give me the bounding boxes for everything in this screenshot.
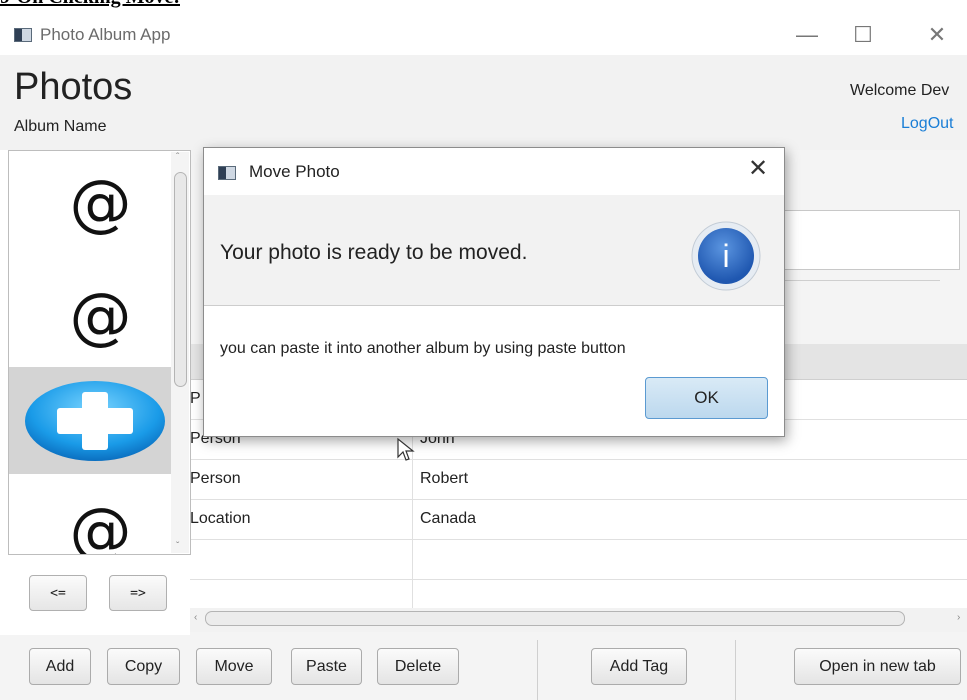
tag-value-cell: Canada — [420, 510, 477, 527]
vertical-scroll-thumb[interactable] — [174, 172, 187, 387]
dialog-message: you can paste it into another album by u… — [220, 340, 626, 357]
caption-field[interactable] — [770, 210, 960, 270]
welcome-text: Welcome Dev — [850, 82, 950, 99]
dialog-header-text: Your photo is ready to be moved. — [220, 241, 528, 264]
window-title: Photo Album App — [40, 25, 171, 44]
album-name-label: Album Name — [14, 118, 107, 135]
add-tag-button[interactable]: Add Tag — [591, 648, 687, 685]
thumbnail-item-selected[interactable] — [9, 367, 181, 474]
toolbar-divider — [735, 640, 736, 700]
mouse-cursor-icon — [397, 437, 415, 461]
add-button[interactable]: Add — [29, 648, 91, 685]
window-close-icon[interactable]: ✕ — [917, 20, 957, 50]
info-icon-glyph: i — [722, 238, 729, 274]
tag-type-cell: Person — [190, 470, 241, 487]
paste-button[interactable]: Paste — [291, 648, 362, 685]
next-photo-button[interactable]: => — [109, 575, 167, 611]
tag-type-cell: Location — [190, 510, 251, 527]
minimize-icon[interactable]: — — [787, 20, 827, 50]
divider — [785, 280, 940, 281]
info-icon: i — [691, 221, 761, 291]
document-heading: 9-On Clicking Move: — [0, 0, 180, 9]
scroll-right-icon[interactable]: › — [957, 612, 960, 623]
tag-type-cell: P — [190, 390, 201, 407]
open-in-new-tab-button[interactable]: Open in new tab — [794, 648, 961, 685]
table-row[interactable]: Location Canada — [190, 500, 967, 540]
table-row[interactable]: Person Robert — [190, 460, 967, 500]
toolbar-divider — [537, 640, 538, 700]
horizontal-scroll-thumb[interactable] — [205, 611, 905, 626]
at-sign-icon: @ — [69, 165, 132, 239]
scroll-down-icon[interactable]: ˇ — [176, 541, 179, 552]
dialog-window-icon — [218, 166, 236, 180]
copy-button[interactable]: Copy — [107, 648, 180, 685]
scroll-left-icon[interactable]: ‹ — [194, 612, 197, 623]
add-plus-icon — [25, 380, 165, 461]
move-button[interactable]: Move — [196, 648, 272, 685]
page-title: Photos — [14, 66, 133, 108]
table-row[interactable] — [190, 540, 967, 580]
at-sign-icon: @ — [69, 493, 132, 555]
at-sign-icon: @ — [69, 278, 132, 352]
maximize-icon[interactable]: ☐ — [843, 20, 883, 50]
thumbnail-item[interactable]: @ — [23, 153, 178, 251]
app-header — [0, 55, 967, 150]
tag-value-cell: Robert — [420, 470, 469, 487]
previous-photo-button[interactable]: <= — [29, 575, 87, 611]
logout-link[interactable]: LogOut — [901, 115, 953, 133]
thumbnail-item[interactable]: @ — [23, 266, 178, 364]
dialog-close-icon[interactable]: ✕ — [740, 152, 776, 186]
scroll-up-icon[interactable]: ˆ — [176, 152, 179, 163]
thumbnail-item[interactable]: @ — [23, 481, 178, 555]
app-window-icon — [14, 28, 32, 42]
delete-button[interactable]: Delete — [377, 648, 459, 685]
dialog-title: Move Photo — [249, 162, 340, 181]
thumbnail-list[interactable]: @ @ @ — [8, 150, 191, 555]
ok-button[interactable]: OK — [645, 377, 768, 419]
